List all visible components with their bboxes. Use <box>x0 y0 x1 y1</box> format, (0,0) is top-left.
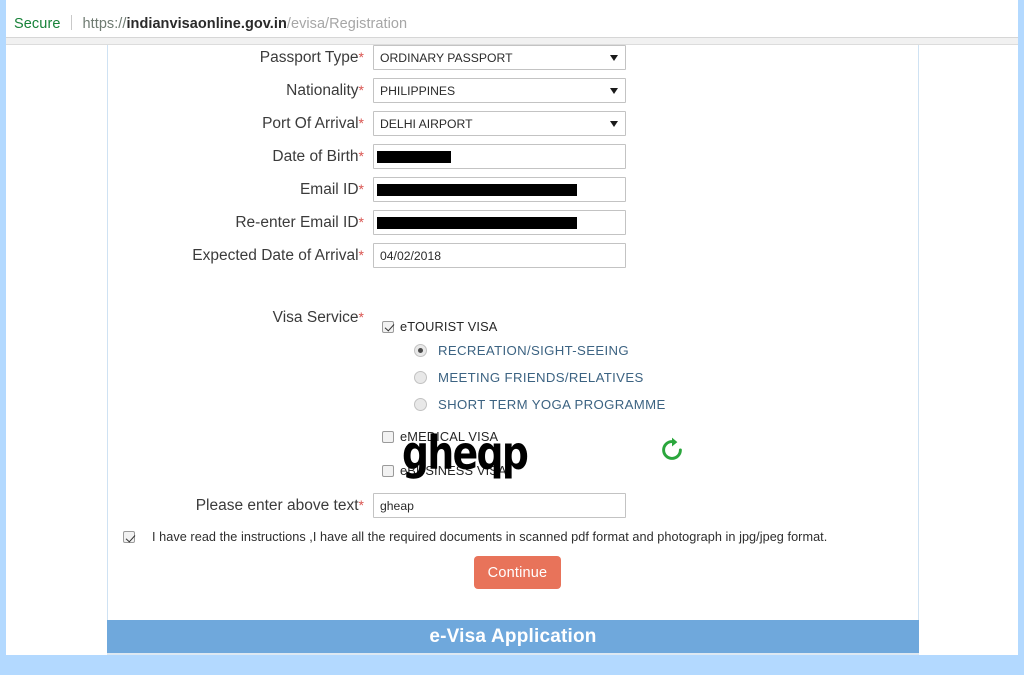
radio-icon-recreation[interactable] <box>414 344 427 357</box>
nationality-label: Nationality* <box>6 82 373 100</box>
checkbox-icon-etourist[interactable] <box>382 320 394 333</box>
reenter-email-id-label: Re-enter Email ID* <box>6 214 373 232</box>
radio-meeting-friends-relatives[interactable]: MEETING FRIENDS/RELATIVES <box>382 364 666 391</box>
port-of-arrival-select[interactable]: DELHI AIRPORT <box>373 111 626 136</box>
visa-service-label-text: Visa Service <box>272 309 359 326</box>
date-of-birth-input-wrap <box>373 144 626 169</box>
passport-type-control: ORDINARY PASSPORT <box>373 45 626 70</box>
expected-date-of-arrival-input-wrap <box>373 243 626 268</box>
banner-underline <box>107 653 919 655</box>
required-asterisk: * <box>358 309 364 325</box>
visa-service-label: Visa Service* <box>6 309 373 327</box>
form-row-reenter-email-id: Re-enter Email ID* <box>6 210 918 235</box>
checkbox-icon-ebusiness[interactable] <box>382 464 394 477</box>
nationality-select[interactable]: PHILIPPINES <box>373 78 626 103</box>
form-row-port-of-arrival: Port Of Arrival* DELHI AIRPORT <box>6 111 918 136</box>
form-row-expected-date-of-arrival: Expected Date of Arrival* <box>6 243 918 268</box>
expected-date-of-arrival-label-text: Expected Date of Arrival <box>192 246 359 264</box>
passport-type-select-wrap: ORDINARY PASSPORT <box>373 45 626 70</box>
date-of-birth-label: Date of Birth* <box>6 148 373 166</box>
required-asterisk: * <box>358 246 364 263</box>
email-id-label-text: Email ID <box>299 180 359 198</box>
evisa-registration-page: Passport Type* ORDINARY PASSPORT Nationali… <box>6 45 1018 655</box>
radio-recreation-sight-seeing[interactable]: RECREATION/SIGHT-SEEING <box>382 337 666 364</box>
nationality-label-text: Nationality <box>286 81 359 99</box>
required-asterisk: * <box>358 213 364 230</box>
form-row-nationality: Nationality* PHILIPPINES <box>6 78 918 103</box>
checkbox-label-etourist: eTOURIST VISA <box>400 319 498 334</box>
agreement-text: I have read the instructions ,I have all… <box>152 530 828 544</box>
passport-type-label: Passport Type* <box>6 49 373 67</box>
form-row-captcha-input: Please enter above text* <box>6 493 918 518</box>
radio-label-yoga: SHORT TERM YOGA PROGRAMME <box>438 397 666 412</box>
passport-type-label-text: Passport Type <box>259 48 359 66</box>
captcha-input-label-text: Please enter above text <box>195 496 359 514</box>
radio-icon-yoga[interactable] <box>414 398 427 411</box>
port-of-arrival-control: DELHI AIRPORT <box>373 111 626 136</box>
address-bar-divider <box>70 15 72 30</box>
url-host: indianvisaonline.gov.in <box>126 16 287 32</box>
browser-viewport: Secure https://indianvisaonline.gov.in/e… <box>6 0 1018 655</box>
port-of-arrival-select-wrap: DELHI AIRPORT <box>373 111 626 136</box>
required-asterisk: * <box>358 496 364 513</box>
required-asterisk: * <box>358 147 364 164</box>
expected-date-of-arrival-control <box>373 243 626 268</box>
email-id-input[interactable] <box>373 177 626 202</box>
passport-type-select[interactable]: ORDINARY PASSPORT <box>373 45 626 70</box>
refresh-icon[interactable] <box>658 436 686 464</box>
content-rail-right <box>918 45 919 620</box>
required-asterisk: * <box>358 180 364 197</box>
radio-label-meeting-friends: MEETING FRIENDS/RELATIVES <box>438 370 644 385</box>
url-scheme: https:// <box>82 16 127 32</box>
form-row-passport-type: Passport Type* ORDINARY PASSPORT <box>6 45 918 70</box>
date-of-birth-input[interactable] <box>373 144 626 169</box>
continue-button[interactable]: Continue <box>474 556 561 589</box>
browser-window: Secure https://indianvisaonline.gov.in/e… <box>0 0 1024 675</box>
date-of-birth-label-text: Date of Birth <box>272 147 359 165</box>
expected-date-of-arrival-input[interactable] <box>373 243 626 268</box>
email-id-label: Email ID* <box>6 181 373 199</box>
browser-toolbar-strip <box>6 38 1018 45</box>
evisa-application-banner: e-Visa Application <box>107 620 919 653</box>
email-id-control <box>373 177 626 202</box>
expected-date-of-arrival-label: Expected Date of Arrival* <box>6 247 373 265</box>
form-row-email-id: Email ID* <box>6 177 918 202</box>
radio-label-recreation: RECREATION/SIGHT-SEEING <box>438 343 629 358</box>
address-bar-url[interactable]: https://indianvisaonline.gov.in/evisa/Re… <box>72 16 408 32</box>
captcha-input-control <box>373 493 626 518</box>
radio-icon-meeting-friends[interactable] <box>414 371 427 384</box>
port-of-arrival-label: Port Of Arrival* <box>6 115 373 133</box>
captcha-input[interactable] <box>373 493 626 518</box>
required-asterisk: * <box>358 48 364 65</box>
reenter-email-id-label-text: Re-enter Email ID <box>235 213 359 231</box>
form-row-date-of-birth: Date of Birth* <box>6 144 918 169</box>
secure-badge: Secure <box>14 16 61 32</box>
radio-short-term-yoga-programme[interactable]: SHORT TERM YOGA PROGRAMME <box>382 391 666 418</box>
browser-address-bar[interactable]: Secure https://indianvisaonline.gov.in/e… <box>6 0 1018 38</box>
checkbox-etourist-visa[interactable]: eTOURIST VISA <box>382 316 666 337</box>
checkbox-icon-emedical[interactable] <box>382 430 394 443</box>
required-asterisk: * <box>358 114 364 131</box>
captcha-input-label: Please enter above text* <box>6 497 373 515</box>
captcha-image: gheqp <box>402 426 529 480</box>
agreement-row[interactable]: I have read the instructions ,I have all… <box>123 530 827 544</box>
reenter-email-id-input-wrap <box>373 210 626 235</box>
checkbox-icon-agreement[interactable] <box>123 531 135 543</box>
date-of-birth-control <box>373 144 626 169</box>
reenter-email-id-control <box>373 210 626 235</box>
port-of-arrival-label-text: Port Of Arrival <box>262 114 359 132</box>
url-path: /evisa/Registration <box>286 16 408 32</box>
email-id-input-wrap <box>373 177 626 202</box>
required-asterisk: * <box>358 81 364 98</box>
reenter-email-id-input[interactable] <box>373 210 626 235</box>
nationality-control: PHILIPPINES <box>373 78 626 103</box>
nationality-select-wrap: PHILIPPINES <box>373 78 626 103</box>
